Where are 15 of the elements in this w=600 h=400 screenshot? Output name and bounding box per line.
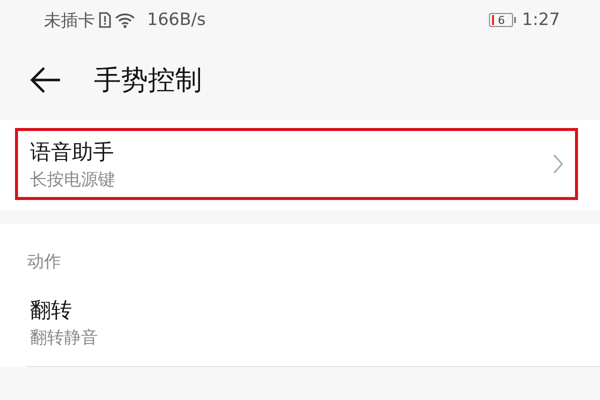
setting-item[interactable]: 翻转 翻转静音 [15, 280, 578, 364]
item-subtitle: 翻转静音 [30, 326, 99, 348]
item-subtitle: 长按电源键 [30, 168, 116, 190]
item-title: 翻转 [30, 296, 73, 324]
sim-alert-icon [99, 12, 111, 28]
highlighted-setting-item[interactable]: 语音助手 长按电源键 [15, 128, 578, 200]
page-title: 手势控制 [94, 64, 202, 98]
network-speed: 166B/s [147, 10, 206, 30]
clock-time: 1:27 [522, 10, 560, 30]
wifi-icon [115, 12, 135, 28]
back-arrow-icon[interactable] [30, 66, 62, 94]
section-heading: 动作 [26, 251, 62, 274]
carrier-text: 未插卡 [44, 10, 95, 32]
battery-icon: 6 [488, 13, 516, 27]
item-title: 语音助手 [30, 138, 115, 166]
